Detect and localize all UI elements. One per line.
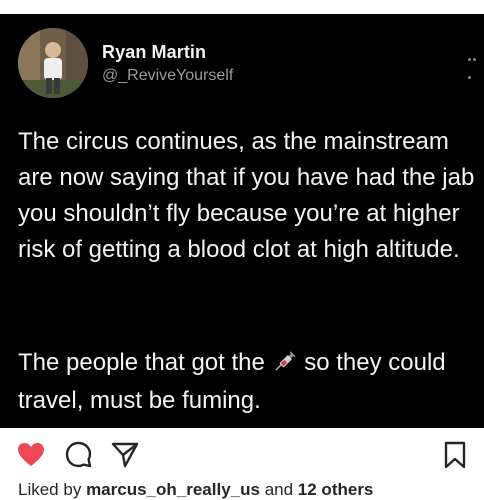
author-handle[interactable]: @_ReviveYourself [102, 67, 233, 85]
likes-others[interactable]: 12 others [298, 480, 374, 499]
post-image[interactable]: Ryan Martin @_ReviveYourself The circus … [0, 14, 484, 428]
more-horizontal-icon[interactable] [468, 48, 482, 79]
instagram-post: Ryan Martin @_ReviveYourself The circus … [0, 0, 484, 500]
tweet-paragraph-1: The circus continues, as the mainstream … [18, 128, 475, 263]
syringe-icon [275, 351, 296, 371]
likes-summary: Liked by marcus_oh_really_us and 12 othe… [18, 480, 373, 500]
avatar[interactable] [18, 28, 88, 98]
tweet-paragraph-2-start: The people that got the [18, 349, 265, 376]
send-icon[interactable] [110, 440, 140, 470]
bookmark-icon[interactable] [440, 440, 470, 470]
liked-by-user[interactable]: marcus_oh_really_us [86, 480, 260, 499]
likes-prefix: Liked by [18, 480, 82, 499]
tweet-paragraph-2: The people that got the so they could tr… [18, 344, 480, 420]
action-bar [0, 432, 484, 472]
avatar-photo [18, 28, 88, 98]
author-name[interactable]: Ryan Martin [102, 42, 206, 63]
heart-icon[interactable] [16, 440, 46, 470]
likes-joiner: and [264, 480, 294, 499]
comment-icon[interactable] [64, 440, 94, 470]
